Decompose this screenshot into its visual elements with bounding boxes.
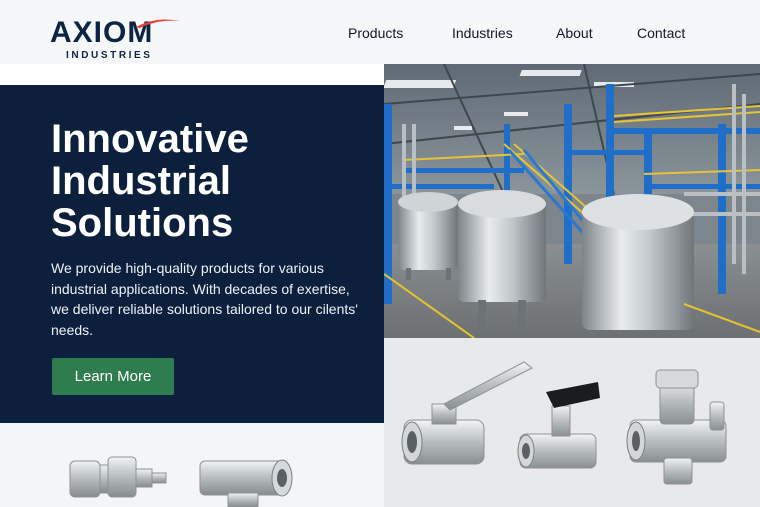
- nav-link-industries[interactable]: Industries: [452, 24, 513, 42]
- hero-title-line: Solutions: [51, 201, 234, 245]
- fittings-illustration: [69, 456, 293, 507]
- brand-subtitle: INDUSTRIES: [66, 50, 153, 61]
- valves-illustration: [401, 361, 727, 485]
- hero-title-line: Innovative: [51, 117, 249, 161]
- compression-fitting-icon: [69, 456, 167, 498]
- fittings-product-image: [0, 423, 384, 507]
- ball-valve-black-handle-icon: [517, 382, 600, 469]
- nav-link-about[interactable]: About: [556, 24, 593, 42]
- ball-valve-icon: [401, 361, 533, 465]
- hero-description: We provide high-quality products for var…: [51, 260, 358, 338]
- factory-photo: [384, 64, 760, 338]
- hero-title: Innovative Industrial Solutions: [51, 118, 371, 244]
- nav-link-products[interactable]: Products: [348, 24, 403, 42]
- brand-logo[interactable]: AXIOM INDUSTRIES: [50, 16, 180, 62]
- nav-link-contact[interactable]: Contact: [637, 24, 685, 42]
- valves-product-image: [384, 338, 760, 507]
- learn-more-button[interactable]: Learn More: [52, 358, 174, 395]
- hero-title-line: Industrial: [51, 159, 232, 203]
- tee-fitting-icon: [199, 459, 293, 507]
- logo-swoosh-icon: [136, 19, 180, 28]
- angle-valve-icon: [626, 369, 727, 485]
- site-header: AXIOM INDUSTRIES Products Industries Abo…: [0, 0, 760, 64]
- factory-illustration: [384, 64, 760, 338]
